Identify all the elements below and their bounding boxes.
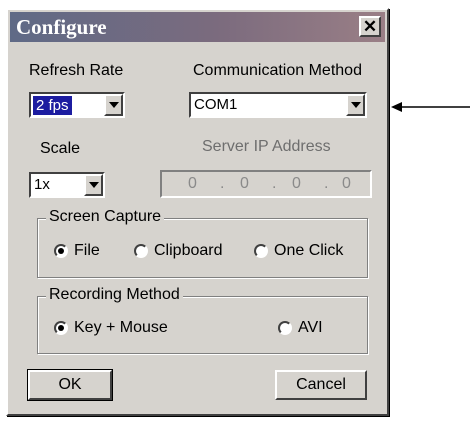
chevron-down-icon [88,182,99,188]
server-ip-input: 0 . 0 . 0 . 0 [160,170,372,198]
radio-selected-dot [58,325,64,331]
refresh-rate-value: 2 fps [33,96,72,115]
window-title: Configure [16,15,107,39]
radio-avi-label: AVI [298,319,323,336]
close-button[interactable]: ✕ [359,16,381,37]
recording-method-group: Recording Method Key + Mouse AVI [37,286,368,354]
arrow-left-icon [391,102,470,112]
radio-one-click[interactable]: One Click [254,242,343,260]
radio-clipboard-label: Clipboard [154,242,223,259]
radio-key-mouse-label: Key + Mouse [74,319,168,336]
ip-octet-3: 0 [292,175,301,192]
refresh-rate-label: Refresh Rate [29,62,124,79]
scale-label: Scale [40,140,81,157]
scale-dropdown-button[interactable] [84,174,103,196]
title-bar[interactable]: Configure ✕ [10,12,385,42]
recording-method-legend: Recording Method [46,286,183,304]
radio-clipboard[interactable]: Clipboard [134,242,222,260]
radio-file-label: File [74,242,100,259]
ip-dot: . [272,175,277,192]
radio-circle [54,244,68,258]
ip-octet-4: 0 [342,175,351,192]
ok-button[interactable]: OK [28,370,112,400]
refresh-rate-dropdown-button[interactable] [104,94,123,116]
radio-file[interactable]: File [54,242,100,260]
scale-value: 1x [34,176,50,193]
ip-octet-2: 0 [240,175,249,192]
communication-method-select[interactable]: COM1 [189,92,367,118]
communication-method-label: Communication Method [193,62,362,79]
radio-circle [254,244,268,258]
communication-method-value: COM1 [194,96,238,113]
ip-dot: . [324,175,329,192]
ip-dot: . [220,175,225,192]
screen-capture-group: Screen Capture File Clipboard One Click [37,208,368,278]
cancel-button[interactable]: Cancel [275,370,367,400]
communication-method-dropdown-button[interactable] [346,94,365,116]
radio-key-mouse[interactable]: Key + Mouse [54,319,168,337]
radio-selected-dot [58,248,64,254]
radio-circle [54,321,68,335]
chevron-down-icon [350,102,361,108]
configure-dialog: Configure ✕ Refresh Rate 2 fps Communica… [6,8,389,416]
refresh-rate-select[interactable]: 2 fps [29,92,125,118]
screen-capture-legend: Screen Capture [46,208,165,226]
radio-circle [134,244,148,258]
radio-avi[interactable]: AVI [278,319,323,337]
radio-one-click-label: One Click [274,242,344,259]
server-ip-label: Server IP Address [202,138,331,155]
chevron-down-icon [108,102,119,108]
scale-select[interactable]: 1x [29,172,105,198]
radio-circle [278,321,292,335]
ip-octet-1: 0 [188,175,197,192]
close-icon: ✕ [362,17,378,36]
